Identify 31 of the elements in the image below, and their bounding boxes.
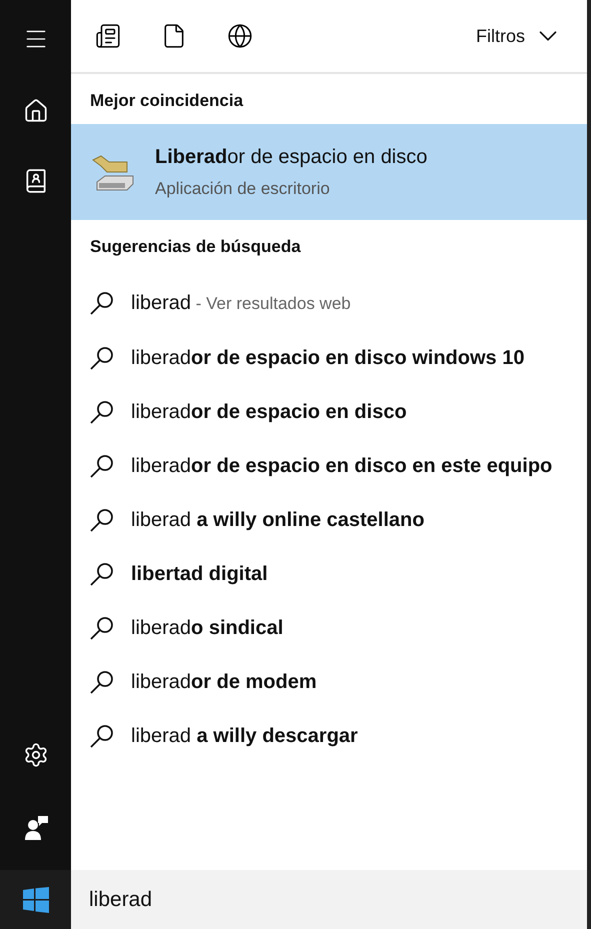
suggestion-item[interactable]: liberador de modem (71, 656, 587, 710)
search-icon (89, 723, 115, 749)
suggestion-item[interactable]: libertad digital (71, 548, 587, 602)
search-icon (89, 453, 115, 479)
suggestion-item[interactable]: liberad a willy descargar (71, 710, 587, 764)
apps-filter-icon[interactable] (95, 23, 121, 49)
search-icon (89, 669, 115, 695)
search-icon (89, 561, 115, 587)
app-subtitle: Aplicación de escritorio (155, 178, 331, 200)
search-icon (89, 615, 115, 641)
suggestion-item[interactable]: liberador de espacio en disco (71, 386, 587, 440)
search-icon (89, 345, 115, 371)
section-heading: Mejor coincidencia (89, 90, 244, 112)
search-field[interactable]: liberad (71, 870, 587, 929)
best-match-item[interactable]: Liberador de espacio en disco Aplicación de escritorio (71, 124, 587, 220)
suggestion-item[interactable]: liberado sindical (71, 602, 587, 656)
suggestion-item[interactable]: liberador de espacio en disco windows 10 (71, 332, 587, 386)
suggestion-item[interactable]: liberad a willy online castellano (71, 494, 587, 548)
suggestion-item[interactable]: liberador de espacio en disco en este equipo (71, 440, 587, 494)
search-icon (89, 290, 115, 316)
suggestion-item[interactable]: liberad - Ver resultados web (71, 277, 587, 332)
section-heading: Sugerencias de búsqueda (89, 236, 302, 258)
windows-logo-icon[interactable] (22, 886, 48, 912)
app-title: Liberador de espacio en disco (155, 144, 428, 170)
settings-icon[interactable] (22, 742, 48, 768)
home-icon[interactable] (22, 98, 48, 124)
search-icon (89, 507, 115, 533)
feedback-icon[interactable] (22, 814, 48, 840)
filters-dropdown[interactable]: Filtros (476, 21, 563, 51)
search-icon (89, 399, 115, 425)
globe-icon[interactable] (227, 23, 253, 49)
